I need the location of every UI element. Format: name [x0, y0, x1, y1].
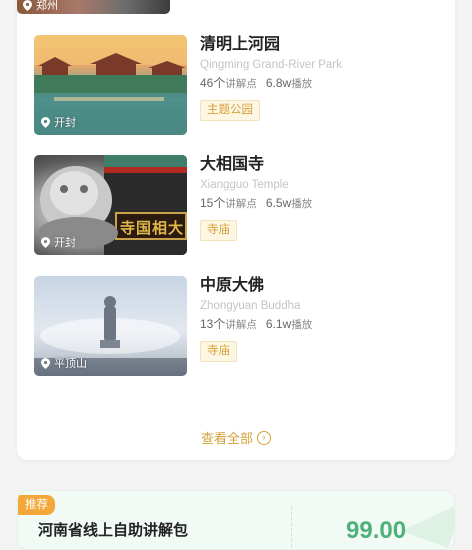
scenic-subtitle: Xiangguo Temple: [200, 179, 289, 191]
package-price: 99.00: [346, 517, 407, 544]
scenic-stats: 15个讲解点 6.5w播放: [200, 195, 440, 212]
location-label: 郑州: [23, 0, 58, 13]
location-label: 平顶山: [41, 355, 87, 371]
see-all-link[interactable]: 查看全部 ›: [0, 428, 472, 447]
scenic-stats: 46个讲解点 6.8w播放: [200, 75, 440, 92]
scenic-subtitle: Zhongyuan Buddha: [200, 300, 301, 312]
see-all-label: 查看全部: [200, 431, 253, 446]
scenic-thumbnail[interactable]: 开封: [34, 35, 187, 135]
list-item-zhongyuan[interactable]: 平顶山 中原大佛 Zhongyuan Buddha 13个讲解点 6.1w播放 …: [34, 276, 434, 376]
points-count: 15个讲解点: [200, 196, 257, 210]
divider: [291, 507, 292, 547]
category-tag: 寺庙: [200, 220, 237, 241]
points-count: 13个讲解点: [200, 317, 257, 331]
scenic-subtitle: Qingming Grand-River Park: [200, 59, 342, 71]
location-label: 开封: [41, 234, 76, 250]
play-count: 6.5w播放: [265, 196, 313, 210]
scenic-title: 大相国寺: [200, 156, 265, 173]
category-tag: 寺庙: [200, 341, 237, 362]
chevron-right-icon: ›: [257, 430, 271, 445]
location-pin-icon: [23, 0, 32, 11]
scenic-title: 中原大佛: [200, 277, 265, 294]
list-item-xiangguo[interactable]: 寺国相大 开封 大相国寺 Xiangguo Temple 15个讲解点 6.5w…: [34, 155, 434, 255]
location-label: 开封: [41, 114, 76, 130]
previous-item-thumbnail[interactable]: 郑州: [17, 0, 170, 14]
list-item-qingming[interactable]: 开封 清明上河园 Qingming Grand-River Park 46个讲解…: [34, 35, 434, 135]
location-pin-icon: [41, 236, 50, 248]
scenic-thumbnail[interactable]: 平顶山: [34, 276, 187, 376]
scenic-thumbnail[interactable]: 寺国相大 开封: [34, 155, 187, 255]
scenic-info: 大相国寺 Xiangguo Temple 15个讲解点 6.5w播放 寺庙: [200, 155, 440, 241]
category-tag: 主题公园: [200, 100, 260, 121]
scenic-stats: 13个讲解点 6.1w播放: [200, 316, 440, 333]
scenic-info: 清明上河园 Qingming Grand-River Park 46个讲解点 6…: [200, 35, 440, 121]
play-count: 6.8w播放: [265, 76, 313, 90]
location-pin-icon: [41, 357, 50, 369]
temple-plaque-text: 寺国相大: [120, 219, 185, 237]
recommended-package-card[interactable]: 推荐 河南省线上自助讲解包 99.00: [17, 490, 455, 550]
scenic-info: 中原大佛 Zhongyuan Buddha 13个讲解点 6.1w播放 寺庙: [200, 276, 440, 362]
recommend-badge: 推荐: [18, 495, 55, 515]
points-count: 46个讲解点: [200, 76, 257, 90]
scenic-title: 清明上河园: [200, 36, 281, 53]
play-count: 6.1w播放: [265, 317, 313, 331]
package-title: 河南省线上自助讲解包: [38, 522, 189, 539]
location-pin-icon: [41, 116, 50, 128]
